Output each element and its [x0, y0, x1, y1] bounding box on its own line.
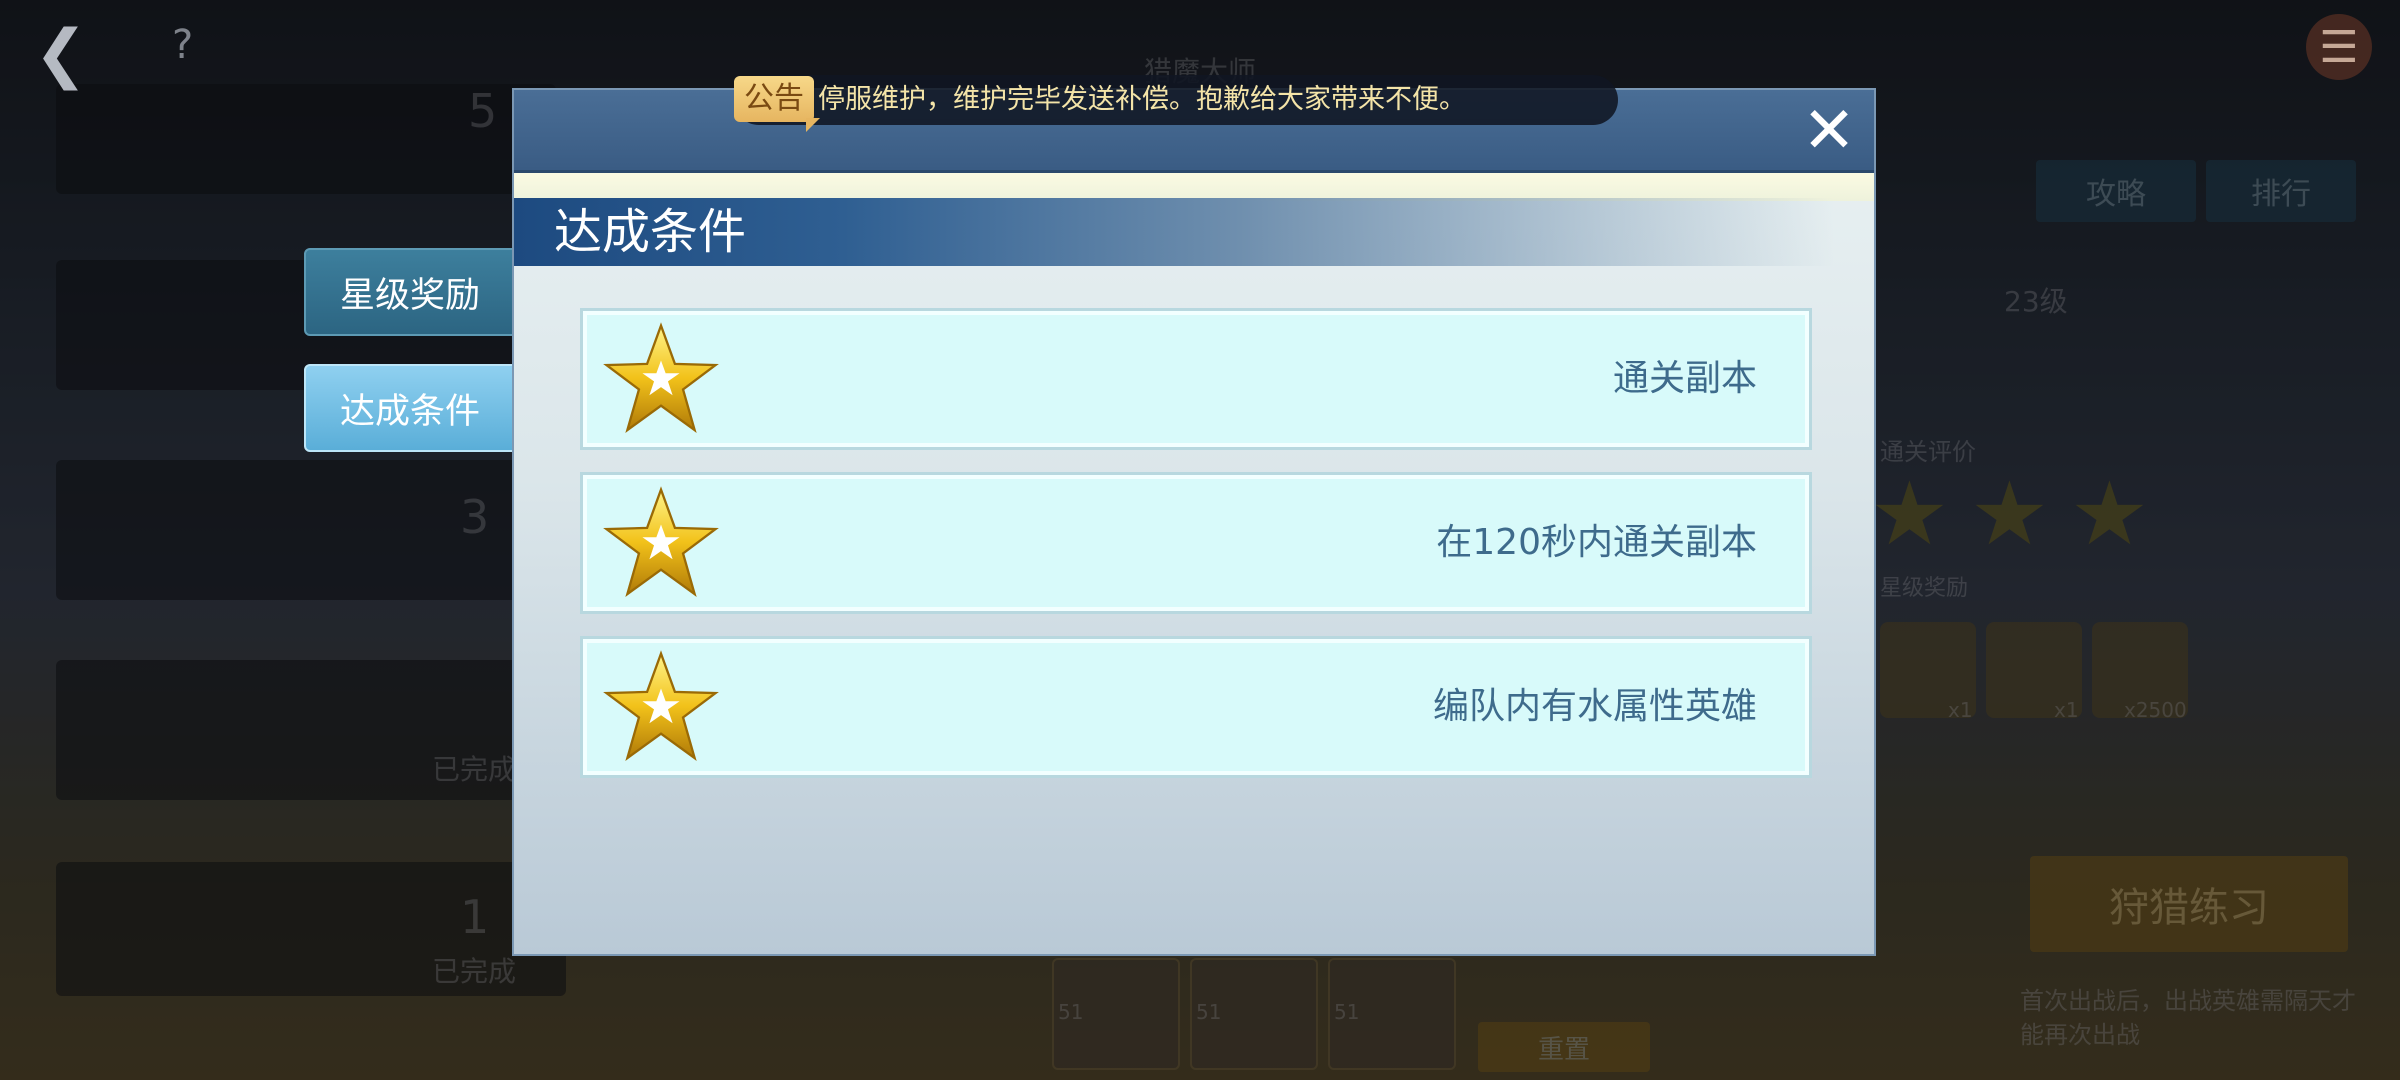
condition-text: 编队内有水属性英雄	[1432, 686, 1757, 727]
condition-row: 在120秒内通关副本	[580, 472, 1812, 614]
condition-text: 在120秒内通关副本	[1436, 522, 1757, 563]
notice-text: 停服维护，维护完毕发送补偿。抱歉给大家带来不便。	[818, 84, 1466, 115]
notice-badge: 公告	[734, 76, 814, 122]
condition-row: 编队内有水属性英雄	[580, 636, 1812, 778]
condition-row: 通关副本	[580, 308, 1812, 450]
dialog-header-strip	[514, 173, 1874, 201]
menu-icon[interactable]: ☰	[2306, 14, 2372, 80]
tab-star-rewards[interactable]: 星级奖励	[304, 248, 514, 336]
gold-star-icon	[603, 322, 719, 433]
conditions-dialog: ✕ 达成条件 通关副本 在120秒内通关副本 编队内有水属性英雄	[512, 88, 1876, 956]
section-title-bar: 达成条件	[514, 198, 1834, 266]
tab-conditions[interactable]: 达成条件	[304, 364, 514, 452]
condition-text: 通关副本	[1612, 358, 1757, 399]
section-title: 达成条件	[554, 204, 747, 260]
question-icon[interactable]: ?	[172, 22, 218, 68]
gold-star-icon	[603, 486, 719, 597]
close-icon[interactable]: ✕	[1794, 96, 1864, 166]
back-arrow-icon[interactable]: ❮	[34, 20, 110, 88]
gold-star-icon	[603, 650, 719, 761]
